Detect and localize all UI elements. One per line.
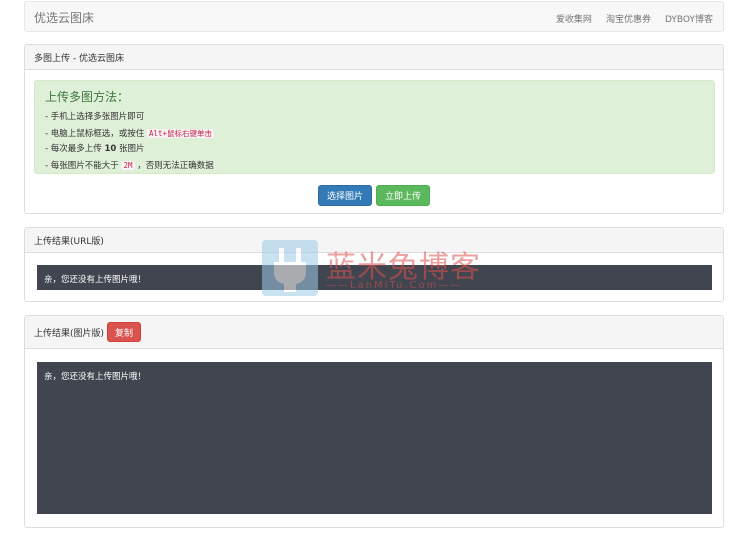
nav-link-dyboy-blog[interactable]: DYBOY博客: [665, 12, 713, 25]
instruction-line: - 手机上选择多张图片即可: [45, 112, 145, 122]
image-result-panel: 上传结果(图片版) 复制 亲，您还没有上传图片哦！: [24, 315, 724, 528]
url-result-heading: 上传结果(URL版): [25, 228, 723, 253]
upload-panel-title: 多图上传 - 优选云图床: [34, 53, 124, 64]
instruction-line: - 每张图片不能大于 2M ，否则无法正确数据: [45, 160, 214, 171]
upload-panel: 多图上传 - 优选云图床 上传多图方法： - 手机上选择多张图片即可 - 电脑上…: [24, 44, 724, 214]
url-result-panel: 上传结果(URL版) 亲，您还没有上传图片哦！: [24, 227, 724, 302]
navbar: 优选云图床 爱收集网 淘宝优惠券 DYBOY博客: [24, 1, 724, 32]
image-result-title: 上传结果(图片版): [34, 328, 105, 339]
instructions-title: 上传多图方法：: [45, 90, 130, 104]
max-size-code: 2M: [121, 160, 135, 170]
upload-button-row: 选择图片 立即上传: [25, 185, 723, 206]
nav-links: 爱收集网 淘宝优惠券 DYBOY博客: [556, 12, 713, 25]
nav-link-aishouji[interactable]: 爱收集网: [556, 12, 592, 25]
instruction-line: - 电脑上鼠标框选，或按住 Alt+鼠标右键单击: [45, 128, 215, 139]
nav-link-taobao-coupons[interactable]: 淘宝优惠券: [606, 12, 651, 25]
select-images-button[interactable]: 选择图片: [317, 185, 372, 206]
upload-now-button[interactable]: 立即上传: [376, 185, 431, 206]
copy-button[interactable]: 复制: [107, 322, 142, 342]
image-result-textarea[interactable]: 亲，您还没有上传图片哦！: [37, 362, 712, 514]
upload-panel-heading: 多图上传 - 优选云图床: [25, 45, 723, 70]
max-count: 10: [104, 144, 117, 154]
image-result-heading: 上传结果(图片版) 复制: [25, 316, 723, 349]
instructions-alert: 上传多图方法： - 手机上选择多张图片即可 - 电脑上鼠标框选，或按住 Alt+…: [34, 80, 715, 174]
url-result-box[interactable]: 亲，您还没有上传图片哦！: [37, 265, 712, 290]
url-result-title: 上传结果(URL版): [34, 236, 104, 247]
brand-link[interactable]: 优选云图床: [34, 9, 94, 26]
instruction-line: - 每次最多上传 10 张图片: [45, 144, 145, 154]
shortcut-code: Alt+鼠标右键单击: [146, 128, 215, 138]
